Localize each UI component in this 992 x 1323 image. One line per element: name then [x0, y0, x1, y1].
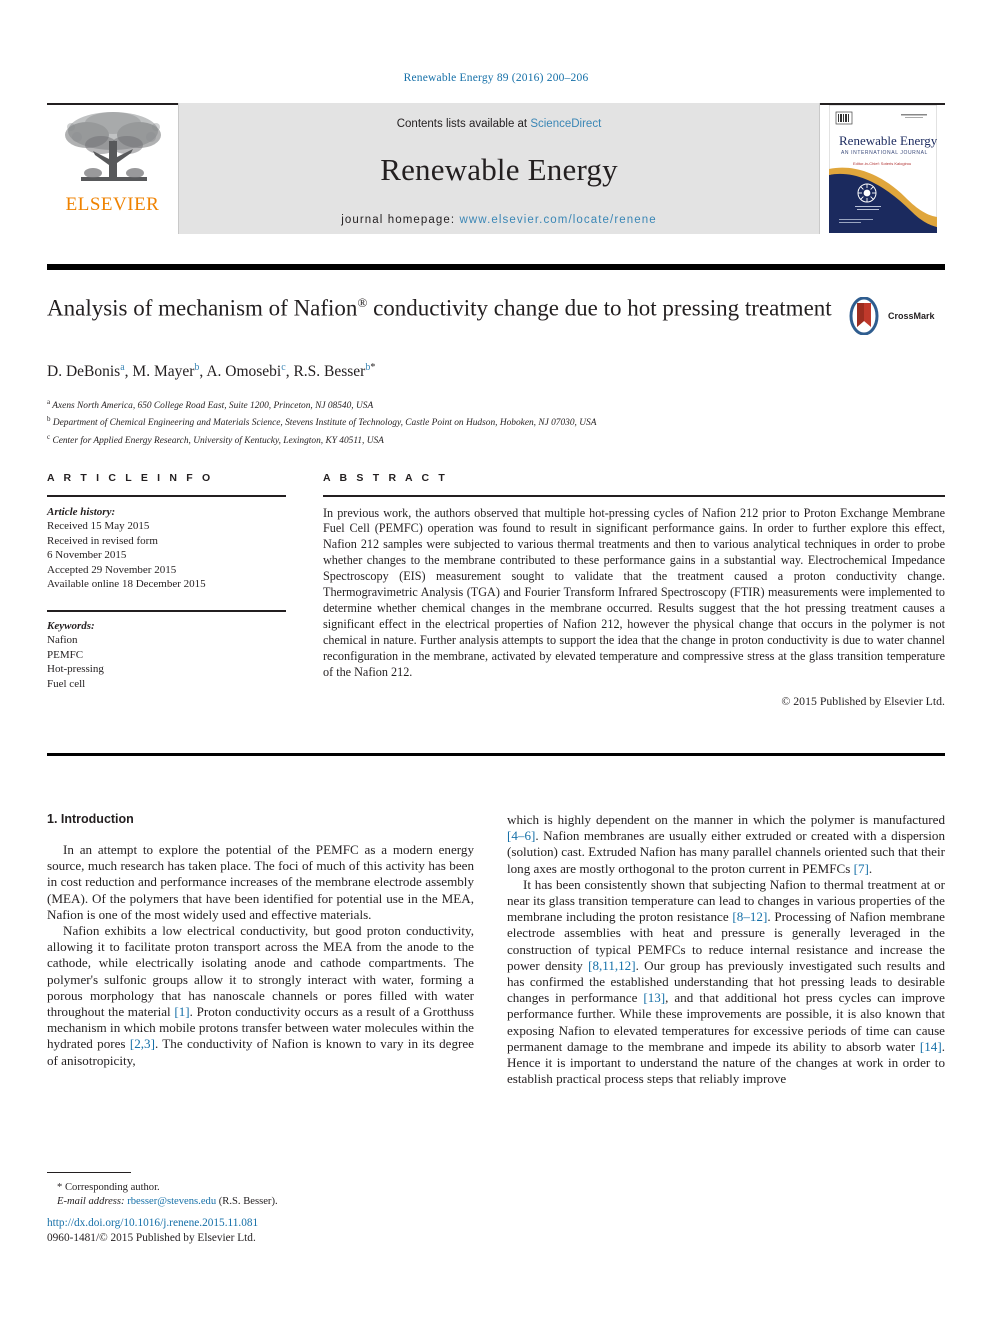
footnote-star: * — [57, 1182, 63, 1194]
header-bottom-rule — [47, 264, 945, 270]
running-head: Renewable Energy 89 (2016) 200–206 — [403, 72, 589, 84]
citation-ref[interactable]: [13] — [643, 990, 665, 1005]
page-footer: http://dx.doi.org/10.1016/j.renene.2015.… — [47, 1216, 547, 1246]
doi-link[interactable]: http://dx.doi.org/10.1016/j.renene.2015.… — [47, 1216, 547, 1231]
author-4: R.S. Besserb* — [293, 362, 375, 381]
email-address-label: E-mail address: — [57, 1196, 125, 1208]
keyword-1: PEMFC — [47, 648, 84, 661]
title-block: Analysis of mechanism of Nafion® conduct… — [47, 288, 837, 324]
sciencedirect-link[interactable]: ScienceDirect — [530, 118, 601, 130]
author-2: M. Mayerb, — [132, 362, 206, 381]
homepage-prefix: journal homepage: — [341, 214, 460, 226]
abstract-text: In previous work, the authors observed t… — [323, 505, 945, 679]
journal-homepage-line: journal homepage: www.elsevier.com/locat… — [341, 214, 657, 226]
affiliation-c: c Center for Applied Energy Research, Un… — [47, 431, 937, 448]
author-3: A. Omosebic, — [206, 362, 293, 381]
abstract-copyright: © 2015 Published by Elsevier Ltd. — [781, 694, 945, 709]
affiliation-c-mark: c — [47, 432, 51, 441]
citation-ref[interactable]: [2,3] — [130, 1036, 155, 1051]
corresponding-author-footnote: * Corresponding author. E-mail address: … — [47, 1172, 474, 1209]
affiliation-a-text: Axens North America, 650 College Road Ea… — [52, 401, 374, 412]
crossmark-badge[interactable]: CrossMark — [845, 292, 945, 340]
affiliation-b: b Department of Chemical Engineering and… — [47, 413, 937, 430]
corresponding-author-star[interactable]: * — [370, 362, 375, 373]
keyword-0: Nafion — [47, 634, 78, 647]
registered-mark: ® — [357, 295, 368, 310]
footnote-email-line: E-mail address: rbesser@stevens.edu (R.S… — [47, 1195, 474, 1209]
footnote-corresponding-line: * Corresponding author. — [47, 1181, 474, 1195]
title-part-2: conductivity change due to hot pressing … — [367, 295, 832, 321]
issn-copyright: 0960-1481/© 2015 Published by Elsevier L… — [47, 1232, 256, 1244]
article-info-heading: A R T I C L E I N F O — [47, 472, 214, 484]
affiliation-a: a Axens North America, 650 College Road … — [47, 396, 937, 413]
author-1: D. DeBonisa, — [47, 362, 132, 381]
svg-text:AN INTERNATIONAL JOURNAL: AN INTERNATIONAL JOURNAL — [841, 150, 928, 156]
citation-ref[interactable]: [4–6] — [507, 828, 535, 843]
title-part-1: Analysis of mechanism of Nafion — [47, 295, 358, 321]
body-separator-rule — [47, 753, 945, 756]
elsevier-logo: ELSEVIER — [47, 103, 178, 234]
contents-available-line: Contents lists available at ScienceDirec… — [397, 118, 602, 130]
keywords-block: Keywords: Nafion PEMFC Hot-pressing Fuel… — [47, 619, 286, 692]
footnote-corresponding-text: Corresponding author. — [64, 1182, 160, 1194]
journal-center-panel: Contents lists available at ScienceDirec… — [178, 103, 820, 234]
svg-text:Renewable Energy: Renewable Energy — [839, 133, 937, 148]
article-page: Renewable Energy 89 (2016) 200–206 ELSEV… — [0, 0, 992, 1323]
author-2-name: M. Mayer — [132, 363, 195, 381]
keywords-rule — [47, 610, 286, 612]
article-info-rule — [47, 495, 286, 497]
page-title: Analysis of mechanism of Nafion® conduct… — [47, 288, 837, 324]
journal-cover-thumbnail: Renewable Energy AN INTERNATIONAL JOURNA… — [820, 103, 945, 234]
paragraph-intro-1: In an attempt to explore the potential o… — [47, 842, 474, 922]
affiliation-b-text: Department of Chemical Engineering and M… — [52, 418, 597, 429]
crossmark-icon — [849, 297, 879, 335]
citation-ref[interactable]: [8,11,12] — [588, 958, 636, 973]
homepage-link[interactable]: www.elsevier.com/locate/renene — [459, 214, 656, 226]
author-3-name: A. Omosebi — [206, 363, 282, 381]
affiliation-b-mark: b — [47, 415, 51, 424]
abstract-heading: A B S T R A C T — [323, 472, 448, 484]
citation-ref[interactable]: [1] — [174, 1004, 189, 1019]
article-history: Article history: Received 15 May 2015 Re… — [47, 505, 286, 593]
contents-prefix: Contents lists available at — [396, 118, 531, 130]
author-4-name: R.S. Besser — [293, 363, 366, 381]
footnote-rule — [47, 1172, 131, 1174]
svg-text:Editor-in-Chief: Soteris Kalog: Editor-in-Chief: Soteris Kalogirou — [853, 161, 911, 166]
history-item-1: Received in revised form — [47, 534, 158, 547]
email-link[interactable]: rbesser@stevens.edu — [127, 1196, 216, 1207]
body-column-left: 1. Introduction In an attempt to explore… — [47, 812, 474, 1069]
section-heading-introduction: 1. Introduction — [47, 812, 134, 826]
author-1-name: D. DeBonis — [47, 363, 121, 381]
history-item-2: 6 November 2015 — [47, 549, 127, 562]
keywords-label: Keywords: — [47, 619, 95, 632]
abstract-panel: A B S T R A C T In previous work, the au… — [323, 472, 945, 709]
paragraph-intro-2: Nafion exhibits a low electrical conduct… — [47, 923, 474, 1068]
article-history-label: Article history: — [47, 505, 116, 518]
citation-ref[interactable]: [8–12] — [732, 909, 767, 924]
journal-header-band: ELSEVIER Contents lists available at Sci… — [47, 103, 945, 234]
keyword-2: Hot-pressing — [47, 663, 104, 676]
author-list: D. DeBonisa, M. Mayerb, A. Omosebic, R.S… — [47, 362, 837, 381]
history-item-4: Available online 18 December 2015 — [47, 578, 206, 591]
paragraph-intro-4: It has been consistently shown that subj… — [507, 876, 945, 1087]
citation-ref[interactable]: [7] — [854, 861, 869, 876]
crossmark-label: CrossMark — [888, 311, 935, 321]
journal-title: Renewable Energy — [380, 152, 618, 187]
affiliation-a-mark: a — [47, 398, 51, 406]
history-item-0: Received 15 May 2015 — [47, 520, 150, 533]
cover-image: Renewable Energy AN INTERNATIONAL JOURNA… — [828, 105, 937, 233]
body-column-right: which is highly dependent on the manner … — [507, 812, 945, 1087]
email-owner: (R.S. Besser). — [218, 1196, 278, 1208]
affiliation-list: a Axens North America, 650 College Road … — [47, 396, 937, 448]
elsevier-wordmark: ELSEVIER — [65, 194, 160, 215]
keyword-3: Fuel cell — [47, 677, 86, 690]
affiliation-c-text: Center for Applied Energy Research, Univ… — [52, 435, 384, 446]
abstract-rule — [323, 495, 945, 497]
history-item-3: Accepted 29 November 2015 — [47, 563, 177, 576]
elsevier-tree-icon — [64, 112, 161, 181]
paragraph-intro-3: which is highly dependent on the manner … — [507, 812, 945, 876]
article-info-panel: A R T I C L E I N F O Article history: R… — [47, 472, 286, 692]
citation-ref[interactable]: [14] — [920, 1039, 942, 1054]
